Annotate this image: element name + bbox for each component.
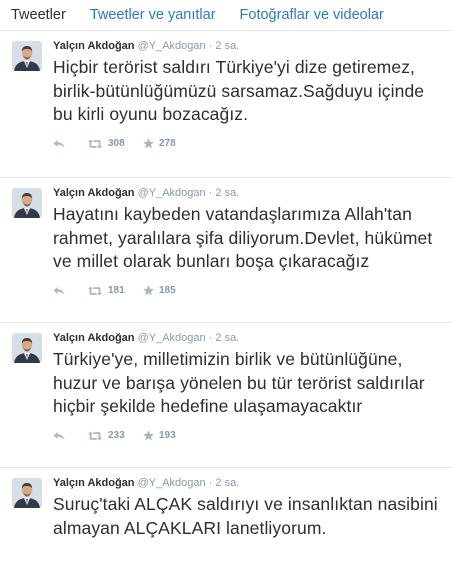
- reply-icon: [53, 286, 65, 295]
- reply-icon: [53, 139, 65, 148]
- tweet-author-name[interactable]: Yalçın Akdoğan: [53, 477, 135, 489]
- reply-button[interactable]: [53, 286, 87, 296]
- tweet[interactable]: Yalçın Akdoğan @Y_Akdogan · 2 sa. Suruç'…: [0, 468, 452, 540]
- timeline: Yalçın Akdoğan @Y_Akdogan · 2 sa. Hiçbir…: [0, 31, 452, 540]
- star-icon: [143, 138, 154, 149]
- tweet-timestamp[interactable]: 2 sa.: [215, 187, 239, 199]
- tweet-author-name[interactable]: Yalçın Akdoğan: [53, 332, 135, 344]
- avatar-portrait-icon: [12, 333, 42, 363]
- retweet-icon: [88, 286, 102, 295]
- avatar[interactable]: [12, 188, 42, 218]
- tweet-text: Türkiye'ye, milletimizin birlik ve bütün…: [53, 349, 425, 416]
- star-icon: [143, 285, 154, 296]
- favorite-count: 193: [159, 430, 176, 441]
- tweet-separator: ·: [208, 40, 213, 52]
- tweet-header: Yalçın Akdoğan @Y_Akdogan · 2 sa.: [53, 476, 442, 490]
- tweet-text: Hiçbir terörist saldırı Türkiye'yi dize …: [53, 57, 425, 124]
- avatar-portrait-icon: [12, 41, 42, 71]
- tab-tweets[interactable]: Tweetler: [11, 7, 66, 23]
- tweet[interactable]: Yalçın Akdoğan @Y_Akdogan · 2 sa. Hayatı…: [0, 178, 452, 323]
- retweet-button[interactable]: 233: [87, 430, 143, 441]
- avatar[interactable]: [12, 478, 42, 508]
- tweet-timestamp[interactable]: 2 sa.: [215, 332, 239, 344]
- tweet-author-handle[interactable]: @Y_Akdogan: [138, 332, 206, 344]
- tweet-text: Suruç'taki ALÇAK saldırıyı ve insanlıkta…: [53, 494, 438, 538]
- retweet-icon: [88, 431, 102, 440]
- tab-tweets-and-replies[interactable]: Tweetler ve yanıtlar: [90, 7, 216, 23]
- retweet-button[interactable]: 181: [87, 285, 143, 296]
- retweet-count: 233: [108, 430, 125, 441]
- avatar-portrait-icon: [12, 478, 42, 508]
- profile-tabs: Tweetler Tweetler ve yanıtlar Fotoğrafla…: [0, 0, 452, 31]
- tweet-separator: ·: [208, 477, 213, 489]
- tweet-author-name[interactable]: Yalçın Akdoğan: [53, 187, 135, 199]
- favorite-button[interactable]: 278: [143, 138, 199, 149]
- favorite-button[interactable]: 193: [143, 430, 199, 441]
- tweet-actions: 233 193: [53, 425, 442, 447]
- avatar-portrait-icon: [12, 188, 42, 218]
- tweet-separator: ·: [208, 332, 213, 344]
- reply-icon: [53, 431, 65, 440]
- tweet-header: Yalçın Akdoğan @Y_Akdogan · 2 sa.: [53, 39, 442, 53]
- tweet-separator: ·: [208, 187, 213, 199]
- tweet-actions: 308 278: [53, 133, 442, 155]
- tweet-author-handle[interactable]: @Y_Akdogan: [138, 477, 206, 489]
- tweet[interactable]: Yalçın Akdoğan @Y_Akdogan · 2 sa. Hiçbir…: [0, 31, 452, 178]
- reply-button[interactable]: [53, 139, 87, 149]
- star-icon: [143, 430, 154, 441]
- favorite-button[interactable]: 185: [143, 285, 199, 296]
- tweet-author-handle[interactable]: @Y_Akdogan: [138, 40, 206, 52]
- tweet-timestamp[interactable]: 2 sa.: [215, 40, 239, 52]
- tweet-text: Hayatını kaybeden vatandaşlarımıza Allah…: [53, 204, 433, 271]
- tweet-author-handle[interactable]: @Y_Akdogan: [138, 187, 206, 199]
- retweet-icon: [88, 139, 102, 148]
- avatar[interactable]: [12, 41, 42, 71]
- tweet-header: Yalçın Akdoğan @Y_Akdogan · 2 sa.: [53, 331, 442, 345]
- tweet-header: Yalçın Akdoğan @Y_Akdogan · 2 sa.: [53, 186, 442, 200]
- tweet-timestamp[interactable]: 2 sa.: [215, 477, 239, 489]
- tweet-actions: 181 185: [53, 280, 442, 302]
- avatar[interactable]: [12, 333, 42, 363]
- tab-photos-and-videos[interactable]: Fotoğraflar ve videolar: [240, 7, 384, 23]
- retweet-button[interactable]: 308: [87, 138, 143, 149]
- favorite-count: 278: [159, 138, 176, 149]
- retweet-count: 181: [108, 285, 125, 296]
- retweet-count: 308: [108, 138, 125, 149]
- reply-button[interactable]: [53, 431, 87, 441]
- tweet-author-name[interactable]: Yalçın Akdoğan: [53, 40, 135, 52]
- tweet[interactable]: Yalçın Akdoğan @Y_Akdogan · 2 sa. Türkiy…: [0, 323, 452, 468]
- favorite-count: 185: [159, 285, 176, 296]
